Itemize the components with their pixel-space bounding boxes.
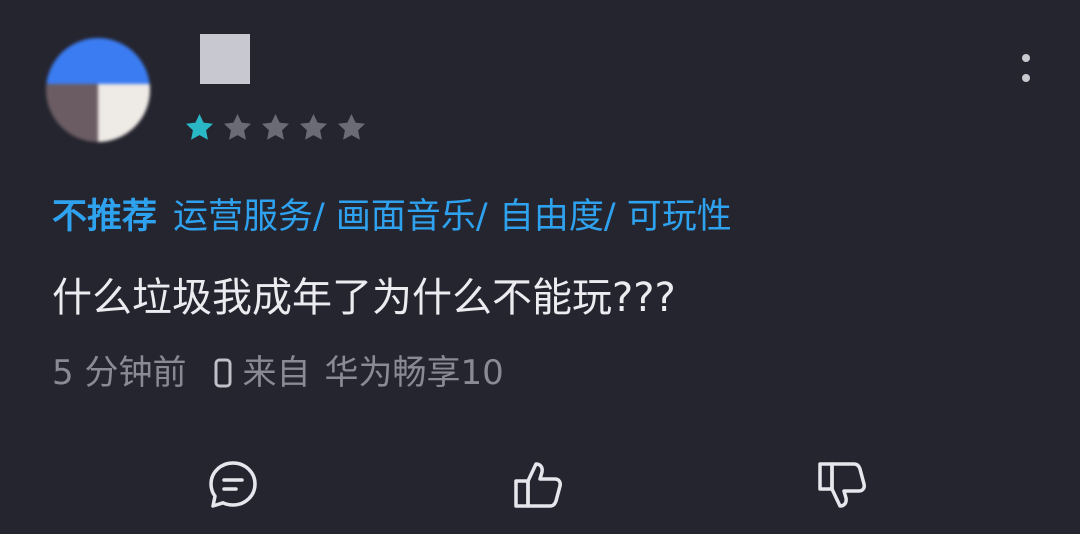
avatar[interactable] <box>46 38 150 142</box>
more-vertical-icon[interactable] <box>1014 52 1038 88</box>
verdict-label: 不推荐 <box>52 197 158 237</box>
tag-list: 运营服务/ 画面音乐/ 自由度/ 可玩性 <box>173 197 732 237</box>
review-text: 什么垃圾我成年了为什么不能玩??? <box>52 275 676 321</box>
username-redacted[interactable] <box>200 34 250 84</box>
avatar-pixel-block <box>46 84 98 142</box>
avatar-pixel-block <box>46 38 150 84</box>
review-tags: 不推荐 运营服务/ 画面音乐/ 自由度/ 可玩性 <box>52 194 732 240</box>
thumbs-up-icon <box>511 458 565 512</box>
like-button[interactable] <box>511 458 565 512</box>
star-filled-icon <box>184 112 215 143</box>
star-empty-icon <box>298 112 329 143</box>
review-time: 5 分钟前 <box>52 353 187 393</box>
dislike-button[interactable] <box>815 458 869 512</box>
device-name: 华为畅享10 <box>324 353 504 393</box>
thumbs-down-icon <box>815 458 869 512</box>
review-card: 不推荐 运营服务/ 画面音乐/ 自由度/ 可玩性 什么垃圾我成年了为什么不能玩??… <box>0 0 1080 534</box>
comment-icon <box>206 458 260 512</box>
reply-button[interactable] <box>206 458 260 512</box>
star-empty-icon <box>260 112 291 143</box>
star-empty-icon <box>336 112 367 143</box>
phone-icon <box>214 358 232 388</box>
star-empty-icon <box>222 112 253 143</box>
star-rating <box>184 112 367 143</box>
review-meta: 5 分钟前 来自 华为畅享10 <box>52 352 504 394</box>
avatar-pixel-block <box>98 84 150 142</box>
source-label: 来自 <box>242 353 311 393</box>
